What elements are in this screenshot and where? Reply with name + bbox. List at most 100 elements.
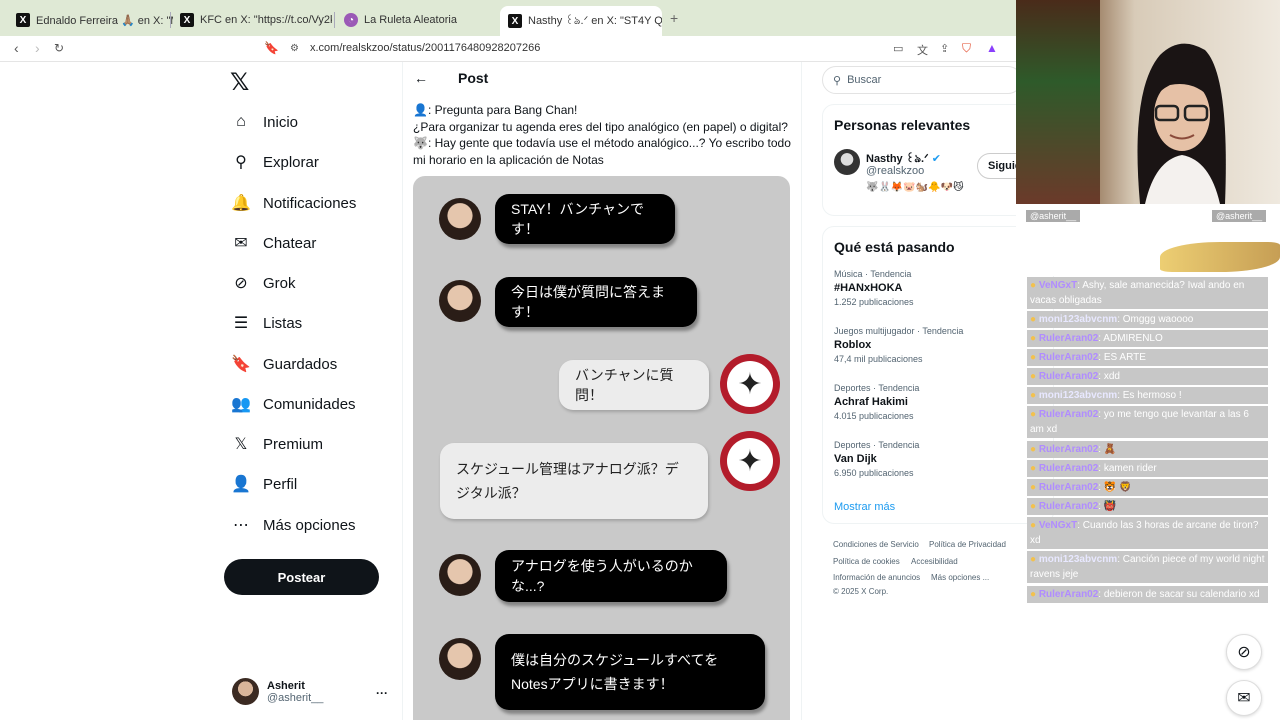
- rewards-icon[interactable]: ▲: [986, 41, 998, 55]
- footer-link[interactable]: Más opciones ...: [931, 573, 989, 582]
- account-switcher[interactable]: Asherit @asherit__: [232, 678, 323, 705]
- nav-item-chatear[interactable]: ✉ Chatear: [230, 229, 316, 257]
- forward-icon[interactable]: ›: [35, 40, 40, 56]
- nav-item-inicio[interactable]: ⌂ Inicio: [230, 108, 298, 136]
- nav-label: Perfil: [263, 475, 298, 493]
- trend-item[interactable]: Juegos multijugador · Tendencia Roblox 47,…: [834, 326, 963, 364]
- nav-item-notificaciones[interactable]: 🔔 Notificaciones: [230, 189, 356, 217]
- new-tab-icon[interactable]: +: [670, 10, 678, 26]
- show-more-link[interactable]: Mostrar más: [834, 501, 895, 513]
- x-logo-icon: X: [508, 14, 522, 28]
- chat-text: : 🧸: [1098, 444, 1117, 455]
- tab-2[interactable]: X KFC en X: "https://t.co/Vy2krYQLsH": [172, 8, 332, 32]
- back-icon[interactable]: ‹: [14, 40, 19, 56]
- search-placeholder: Buscar: [847, 74, 882, 86]
- messages-icon[interactable]: ✉: [1226, 680, 1262, 716]
- profile-handle: @realskzoo: [866, 165, 925, 177]
- account-handle: @asherit__: [267, 691, 324, 704]
- chat-username: RulerAran02: [1038, 589, 1099, 600]
- footer-link[interactable]: Información de anuncios: [833, 573, 920, 582]
- chat-username: RulerAran02: [1038, 463, 1099, 474]
- trend-item[interactable]: Deportes · Tendencia Achraf Hakimi 4.015 p…: [834, 383, 919, 421]
- chat-username: moni123abvcnm: [1038, 390, 1118, 401]
- tab-divider: [334, 12, 335, 28]
- search-input[interactable]: ⚲ Buscar: [822, 66, 1022, 94]
- more-icon[interactable]: ···: [376, 686, 388, 700]
- nav-item-grok[interactable]: ⊘ Grok: [230, 269, 295, 297]
- nav-item-guardados[interactable]: 🔖 Guardados: [230, 350, 337, 378]
- post-header: ← Post: [414, 70, 488, 86]
- chat-text: : debieron de sacar su calendario xd: [1098, 589, 1260, 600]
- panel-title: Personas relevantes: [834, 117, 971, 133]
- nav-item-explorar[interactable]: ⚲ Explorar: [230, 148, 319, 176]
- brave-shield-icon[interactable]: ⛉: [962, 41, 971, 56]
- chat-username: RulerAran02: [1038, 444, 1099, 455]
- url-field[interactable]: x.com/realskzoo/status/20011764809282072…: [310, 42, 540, 54]
- footer-link[interactable]: Política de Privacidad: [929, 540, 1006, 549]
- footer-link[interactable]: Política de cookies: [833, 557, 900, 566]
- trend-count: 6.950 publicaciones: [834, 468, 914, 478]
- bookmark-icon[interactable]: 🔖: [264, 41, 279, 55]
- nav-item-comunidades[interactable]: 👥 Comunidades: [230, 390, 356, 418]
- cast-icon[interactable]: ▭: [893, 42, 903, 55]
- search-icon: ⚲: [833, 74, 842, 87]
- chat-text: : Omggg waoooo: [1117, 314, 1194, 325]
- nav-item-premium[interactable]: 𝕏 Premium: [230, 430, 323, 458]
- nav-item-listas[interactable]: ☰ Listas: [230, 309, 302, 337]
- chat-message: ● RulerAran02: debieron de sacar su cale…: [1027, 586, 1268, 603]
- chat-username: RulerAran02: [1038, 333, 1099, 344]
- post-button[interactable]: Postear: [224, 559, 379, 595]
- tweet-image[interactable]: STAY！バンチャンです！ 今日は僕が質問に答えます！ バンチャンに質問！ ✦ …: [413, 176, 790, 720]
- nav-item-perfil[interactable]: 👤 Perfil: [230, 470, 297, 498]
- tab-active[interactable]: XNasthy ꒰ঌ.ᐟ en X: "ST4Y Q&am✕: [500, 6, 662, 36]
- site-settings-icon[interactable]: ⚙: [290, 43, 299, 54]
- tweet-line: 🐺: Hay gente que todavía use el método a…: [413, 136, 791, 168]
- divider: [801, 62, 802, 720]
- x-logo-icon: X: [180, 13, 194, 27]
- translate-icon[interactable]: 文: [917, 42, 928, 58]
- chat-message: ● RulerAran02: 🧸: [1027, 441, 1268, 458]
- chat-username: RulerAran02: [1038, 352, 1099, 363]
- stream-tag: @asherit__: [1212, 210, 1267, 222]
- avatar: [439, 280, 481, 322]
- streamer-webcam: [1137, 43, 1226, 204]
- footer-link[interactable]: Condiciones de Servicio: [833, 540, 919, 549]
- share-icon[interactable]: ⇪: [940, 42, 949, 55]
- nav-icon: ☰: [233, 315, 249, 332]
- reload-icon[interactable]: ↻: [54, 41, 64, 55]
- nav-icon: 👥: [231, 396, 251, 413]
- chat-message: ● moni123abvcnm: Es hermoso !: [1027, 387, 1268, 404]
- chat-username: VeNGxT: [1038, 520, 1078, 531]
- nav-item-más-opciones[interactable]: ⋯ Más opciones: [230, 511, 356, 539]
- divider: [402, 62, 403, 720]
- trend-count: 47,4 mil publicaciones: [834, 354, 923, 364]
- footer-link[interactable]: Accesibilidad: [911, 557, 958, 566]
- account-name: Asherit: [267, 679, 305, 692]
- tab-1[interactable]: X Ednaldo Ferreira 🙏🏽 en X: "Mon: [8, 8, 173, 32]
- trend-item[interactable]: Música · Tendencia #HANxHOKA 1.252 publica…: [834, 269, 914, 307]
- badge-icon: ●: [1030, 352, 1037, 363]
- nav-label: Más opciones: [263, 516, 356, 534]
- trend-item[interactable]: Deportes · Tendencia Van Dijk 6.950 public…: [834, 440, 919, 478]
- chat-text: : Es hermoso !: [1117, 390, 1182, 401]
- chat-text: : kamen rider: [1098, 463, 1157, 474]
- chat-text: : 👹: [1098, 501, 1117, 512]
- stream-tag: @asherit__: [1026, 210, 1081, 222]
- relevant-people-panel: Personas relevantes Nasthy ꒰ঌ.ᐟ ✔ @reals…: [822, 104, 1033, 216]
- chat-username: RulerAran02: [1038, 409, 1099, 420]
- verified-badge-icon: ✔: [931, 153, 941, 165]
- x-logo-icon[interactable]: 𝕏: [230, 68, 249, 97]
- nav-label: Comunidades: [263, 395, 356, 413]
- tab-3[interactable]: ◔ La Ruleta Aleatoria: [336, 8, 496, 32]
- chat-message: ● RulerAran02: 👹: [1027, 498, 1268, 515]
- badge-icon: ●: [1030, 333, 1037, 344]
- back-arrow-icon[interactable]: ←: [414, 70, 428, 86]
- address-bar: ‹ › ↻ 🔖 ⚙ x.com/realskzoo/status/2001176…: [0, 36, 1016, 62]
- badge-icon: ●: [1030, 280, 1037, 291]
- grok-icon[interactable]: ⊘: [1226, 634, 1262, 670]
- trend-category: Música · Tendencia: [834, 269, 912, 279]
- avatar: [439, 638, 481, 680]
- nav-label: Chatear: [263, 234, 317, 252]
- chat-username: VeNGxT: [1038, 280, 1078, 291]
- browser-tab-bar: X Ednaldo Ferreira 🙏🏽 en X: "Mon X KFC en …: [0, 0, 1016, 36]
